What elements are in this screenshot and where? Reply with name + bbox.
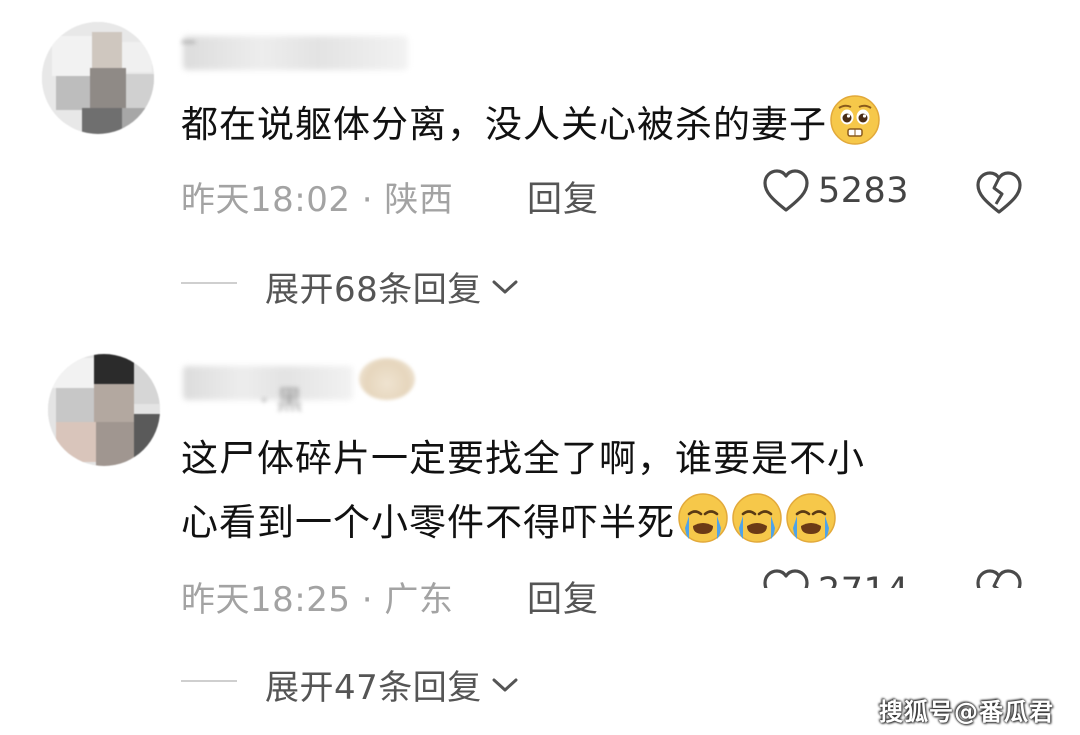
crying-face-emoji bbox=[786, 493, 836, 543]
username-blur-fragment: · 黑 bbox=[260, 386, 303, 416]
crying-face-emoji bbox=[732, 493, 782, 543]
comment-text: 这尸体碎片一定要找全了啊，谁要是不小 心看到一个小零件不得吓半死 bbox=[181, 428, 865, 554]
like-button[interactable]: 5283 bbox=[762, 168, 909, 214]
like-button-clipped[interactable]: 2714 bbox=[760, 566, 960, 588]
expand-replies-label: 展开68条回复 bbox=[265, 270, 482, 310]
comment-meta: 昨天18:02 · 陕西 bbox=[181, 180, 454, 220]
broken-heart-icon[interactable] bbox=[975, 170, 1023, 216]
expand-divider bbox=[181, 680, 237, 682]
comment-text-line2: 心看到一个小零件不得吓半死 bbox=[181, 492, 865, 554]
expand-divider bbox=[181, 282, 237, 284]
comment-meta: 昨天18:25 · 广东 bbox=[181, 580, 454, 620]
heart-outline-icon bbox=[763, 169, 809, 212]
broken-heart-clipped[interactable] bbox=[973, 566, 1025, 588]
pleading-face-emoji bbox=[830, 95, 880, 145]
commenter-username[interactable] bbox=[183, 36, 408, 70]
like-count: 5283 bbox=[818, 171, 910, 211]
commenter-avatar[interactable] bbox=[42, 22, 154, 134]
user-badge-blurred bbox=[359, 358, 415, 400]
like-count: 2714 bbox=[818, 571, 909, 588]
expand-replies-button[interactable]: 展开47条回复 bbox=[265, 660, 520, 709]
watermark: 搜狐号@番瓜君 bbox=[879, 698, 1054, 726]
reply-button[interactable]: 回复 bbox=[527, 171, 599, 222]
broken-heart-icon bbox=[976, 569, 1022, 588]
comment-text-line2-content: 心看到一个小零件不得吓半死 bbox=[181, 501, 675, 544]
reply-button[interactable]: 回复 bbox=[527, 571, 599, 622]
username-blur-fragment: ‾ bbox=[182, 38, 195, 68]
chevron-down-icon bbox=[492, 280, 518, 293]
comment-text-line1: 这尸体碎片一定要找全了啊，谁要是不小 bbox=[181, 437, 865, 480]
comment-text-content: 都在说躯体分离，没人关心被杀的妻子 bbox=[181, 103, 827, 146]
chevron-down-icon bbox=[492, 678, 518, 691]
heart-outline-icon bbox=[763, 569, 809, 588]
comment-text: 都在说躯体分离，没人关心被杀的妻子 bbox=[181, 94, 881, 156]
expand-replies-label: 展开47条回复 bbox=[265, 668, 482, 708]
commenter-avatar[interactable] bbox=[48, 354, 160, 466]
crying-face-emoji bbox=[678, 493, 728, 543]
expand-replies-button[interactable]: 展开68条回复 bbox=[265, 262, 520, 311]
